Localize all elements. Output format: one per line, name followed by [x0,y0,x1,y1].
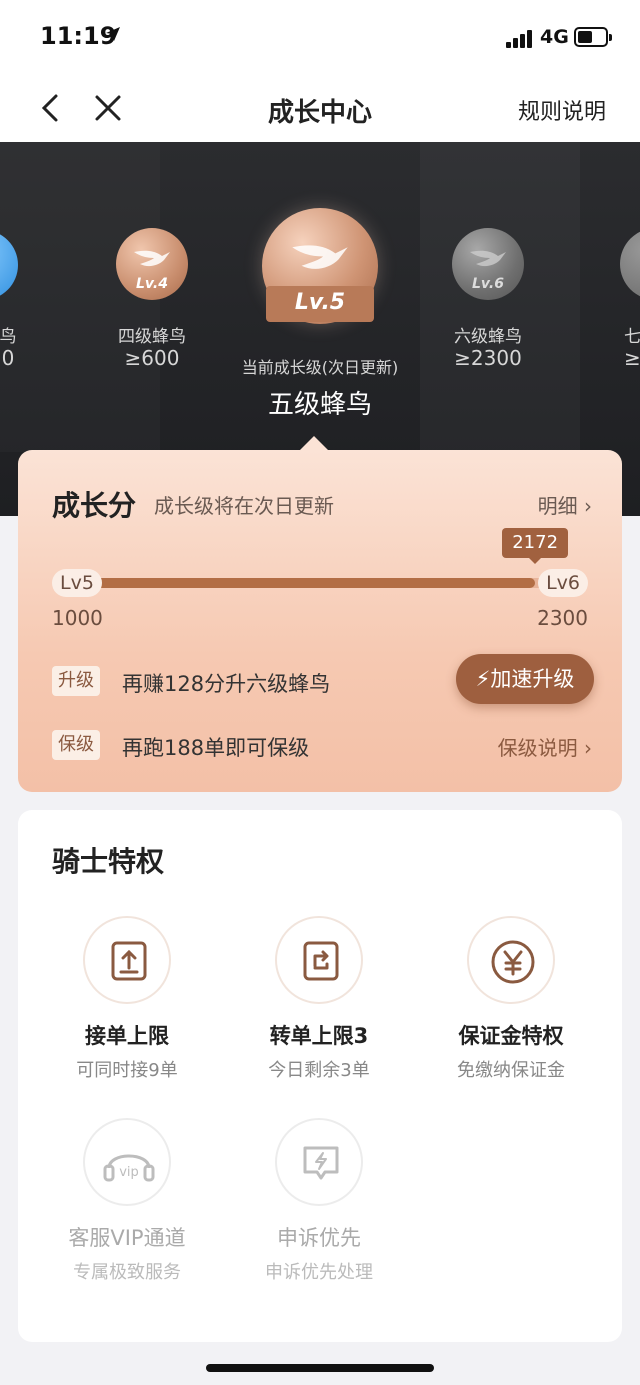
hummingbird-icon [470,250,506,267]
boost-label: 加速升级 [490,667,575,691]
chevron-right-icon: › [584,494,592,518]
hummingbird-icon [292,245,348,269]
level-badge-lv7[interactable] [620,228,640,300]
boost-upgrade-button[interactable]: ⚡加速升级 [456,654,594,704]
location-arrow-icon [104,24,122,48]
upgrade-tag: 升级 [52,666,100,696]
level-badge-lv4[interactable]: Lv.4 [116,228,188,300]
knight-privileges-card: 骑士特权 接单上限 可同时接9单 转单上限3 今日剩余3单 保证金特权 免缴纳保… [18,810,622,1342]
privilege-title: 客服VIP通道 [68,1226,186,1250]
privilege-desc: 专属极致服务 [73,1262,181,1283]
upgrade-text: 再赚128分升六级蜂鸟 [122,672,331,696]
privilege-desc: 可同时接9单 [76,1060,178,1081]
privilege-title: 保证金特权 [458,1024,564,1048]
level-badge-lv5-current[interactable]: Lv.5 [262,208,378,324]
level-score-partial-right: ≥ [624,346,640,370]
progress-start-score: 1000 [52,606,103,630]
level-score-lv6: ≥2300 [454,346,522,370]
growth-title: 成长分 [52,489,137,522]
growth-progress-fill [68,578,536,588]
level-name-partial-right: 七 [624,327,640,347]
current-level-name: 五级蜂鸟 [267,390,372,420]
hummingbird-icon [134,250,170,267]
detail-label: 明细 [537,494,578,518]
growth-subtitle: 成长级将在次日更新 [154,494,334,518]
progress-end-score: 2300 [537,606,588,630]
card-pointer [300,436,328,450]
level-badge-label: Lv.4 [136,276,168,292]
privilege-title: 申诉优先 [277,1226,361,1250]
privilege-title: 转单上限3 [269,1024,369,1048]
chevron-right-icon: › [584,736,592,760]
privilege-desc: 申诉优先处理 [265,1262,373,1283]
lightning-icon: ⚡ [475,667,491,691]
current-score-bubble: 2172 [502,528,569,564]
status-bar: 11:19 4G [0,0,640,76]
detail-link[interactable]: 明细 › [538,490,592,519]
battery-icon [574,27,612,47]
close-icon[interactable] [92,90,124,126]
privilege-vip-service[interactable]: vip 客服VIP通道 专属极致服务 [32,1118,222,1284]
growth-score-card: 成长分 成长级将在次日更新 明细 › 2172 Lv5 Lv6 1000 230… [18,436,622,792]
privilege-desc: 今日剩余3单 [268,1060,370,1081]
network-type: 4G [540,26,569,48]
appeal-chat-icon [275,1118,363,1206]
vip-headset-icon: vip [83,1118,171,1206]
cellular-signal-icon [506,30,536,48]
keep-link-label: 保级说明 [497,736,578,760]
keep-level-tag: 保级 [52,730,100,760]
progress-end-level: Lv6 [538,569,588,597]
level-name-lv6: 六级蜂鸟 [454,327,522,347]
privileges-title: 骑士特权 [52,845,165,878]
progress-start-level: Lv5 [52,569,102,597]
level-name-partial: 鸟 [0,327,17,347]
privilege-deposit[interactable]: 保证金特权 免缴纳保证金 [416,916,606,1082]
privilege-appeal-priority[interactable]: 申诉优先 申诉优先处理 [224,1118,414,1284]
privilege-transfer-limit[interactable]: 转单上限3 今日剩余3单 [224,916,414,1082]
yuan-deposit-icon [467,916,555,1004]
back-icon[interactable] [36,90,66,126]
level-badge-label: Lv.6 [472,276,504,292]
home-indicator[interactable] [206,1364,434,1372]
level-badge-label: Lv.5 [294,290,346,315]
level-badge-lv6[interactable]: Lv.6 [452,228,524,300]
order-limit-icon [83,916,171,1004]
rules-link[interactable]: 规则说明 [518,94,606,126]
level-name-lv4: 四级蜂鸟 [118,327,186,347]
transfer-order-icon [275,916,363,1004]
privilege-order-limit[interactable]: 接单上限 可同时接9单 [32,916,222,1082]
svg-text:vip: vip [119,1165,139,1180]
privilege-desc: 免缴纳保证金 [457,1060,565,1081]
navigation-bar: 成长中心 规则说明 [0,76,640,142]
privilege-title: 接单上限 [85,1024,169,1048]
keep-level-info-link[interactable]: 保级说明 › [498,732,592,761]
growth-progress-bar [68,578,582,588]
keep-level-text: 再跑188单即可保级 [122,736,310,760]
